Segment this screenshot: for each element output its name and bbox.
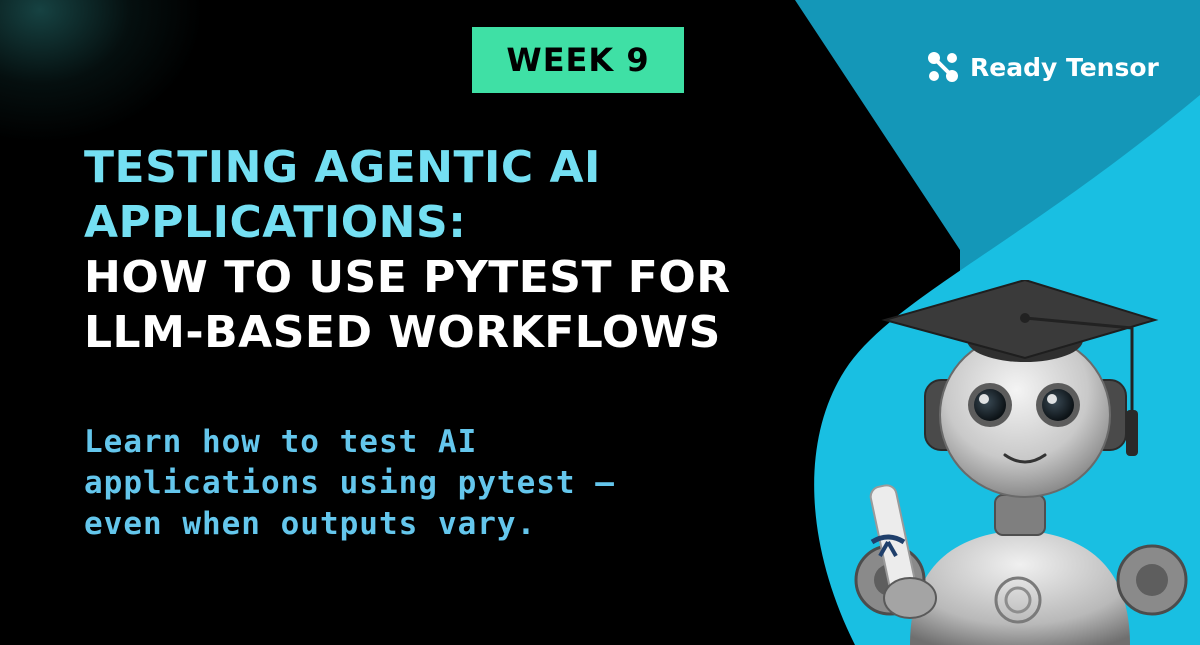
banner: WEEK 9 Ready Tensor TESTING AGENTIC AI A… — [0, 0, 1200, 645]
robot-graduate-illustration — [854, 280, 1188, 645]
title-line-1: TESTING AGENTIC AI — [84, 142, 601, 193]
title-line-2: APPLICATIONS: — [84, 197, 467, 248]
brand-name: Ready Tensor — [970, 52, 1159, 82]
page-title: TESTING AGENTIC AI APPLICATIONS: HOW TO … — [84, 140, 731, 360]
subtitle-line-1: Learn how to test AI — [84, 424, 478, 460]
title-line-3: HOW TO USE PYTEST FOR — [84, 252, 731, 303]
brand-logo: Ready Tensor — [926, 50, 1159, 84]
subtitle-line-3: even when outputs vary. — [84, 506, 537, 542]
subtitle: Learn how to test AI applications using … — [84, 422, 615, 545]
subtitle-line-2: applications using pytest — — [84, 465, 615, 501]
ready-tensor-logo-icon — [928, 52, 958, 82]
title-line-4: LLM-BASED WORKFLOWS — [84, 307, 721, 358]
robot-hand — [883, 577, 937, 619]
week-badge: WEEK 9 — [472, 27, 684, 93]
robot-neck — [994, 494, 1046, 536]
